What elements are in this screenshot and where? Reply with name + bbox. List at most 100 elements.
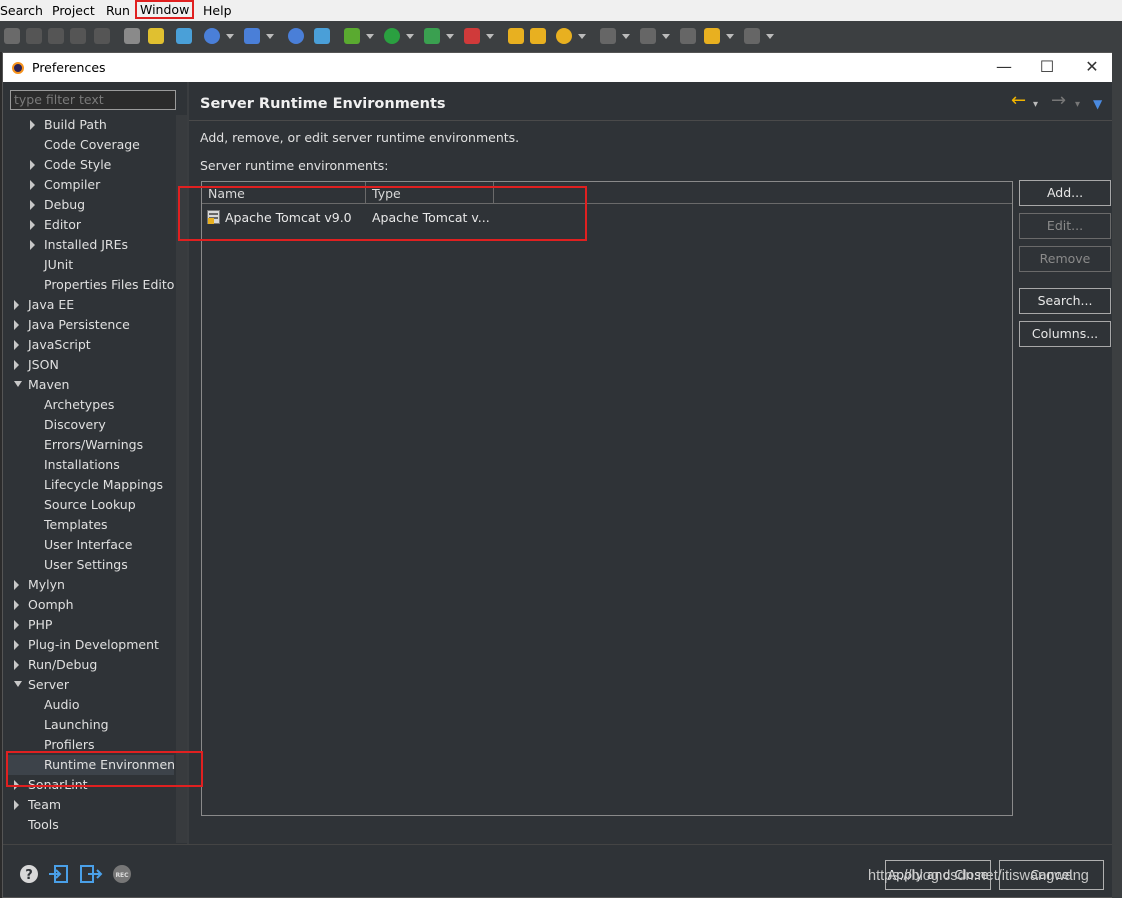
tree-item-javascript[interactable]: JavaScript — [8, 335, 174, 355]
expand-icon[interactable] — [30, 240, 35, 250]
import-icon[interactable] — [48, 863, 70, 885]
external-tools-icon[interactable] — [464, 28, 480, 44]
open-type-icon[interactable] — [508, 28, 524, 44]
tree-item-run-debug[interactable]: Run/Debug — [8, 655, 174, 675]
expand-icon[interactable] — [14, 600, 19, 610]
undo-icon[interactable] — [48, 28, 64, 44]
tree-item-launching[interactable]: Launching — [8, 715, 174, 735]
redo-icon[interactable] — [70, 28, 86, 44]
debug-icon[interactable] — [344, 28, 360, 44]
last-edit-icon[interactable] — [680, 28, 696, 44]
expand-icon[interactable] — [14, 660, 19, 670]
tree-item-server[interactable]: Server — [8, 675, 174, 695]
tree-item-team[interactable]: Team — [8, 795, 174, 815]
expand-icon[interactable] — [14, 320, 19, 330]
tree-item-discovery[interactable]: Discovery — [8, 415, 174, 435]
filter-input[interactable]: type filter text — [10, 90, 176, 110]
open-task-icon[interactable] — [530, 28, 546, 44]
tree-item-php[interactable]: PHP — [8, 615, 174, 635]
toggle-icon[interactable] — [148, 28, 164, 44]
expand-icon[interactable] — [30, 180, 35, 190]
back-icon[interactable] — [704, 28, 720, 44]
tree-item-runtime-environment[interactable]: Runtime Environment — [8, 755, 174, 775]
columns-button[interactable]: Columns... — [1019, 321, 1111, 347]
expand-icon[interactable] — [14, 780, 19, 790]
tree-item-java-ee[interactable]: Java EE — [8, 295, 174, 315]
expand-icon[interactable] — [14, 340, 19, 350]
prev-annotation-icon[interactable] — [640, 28, 656, 44]
tree-item-mylyn[interactable]: Mylyn — [8, 575, 174, 595]
menu-window[interactable]: Window — [134, 0, 195, 19]
tree-item-sonarlint[interactable]: SonarLint — [8, 775, 174, 795]
tree-item-java-persistence[interactable]: Java Persistence — [8, 315, 174, 335]
refresh-icon[interactable] — [94, 28, 110, 44]
menu-help[interactable]: Help — [203, 3, 232, 18]
table-row[interactable]: Apache Tomcat v9.0 Apache Tomcat v... — [202, 206, 1012, 228]
expand-icon[interactable] — [14, 580, 19, 590]
tree-item-lifecycle-mappings[interactable]: Lifecycle Mappings — [8, 475, 174, 495]
save-icon[interactable] — [4, 28, 20, 44]
new-server-icon[interactable] — [244, 28, 260, 44]
tree-scrollbar[interactable] — [176, 115, 187, 843]
menu-project[interactable]: Project — [52, 3, 95, 18]
collapse-icon[interactable] — [14, 381, 22, 387]
run-last-icon[interactable] — [424, 28, 440, 44]
deploy-icon[interactable] — [314, 28, 330, 44]
runtime-table[interactable]: Name Type Apache Tomcat v9.0 Apache Tomc… — [201, 181, 1013, 816]
close-button[interactable]: ✕ — [1072, 57, 1112, 79]
tree-item-source-lookup[interactable]: Source Lookup — [8, 495, 174, 515]
tree-item-user-settings[interactable]: User Settings — [8, 555, 174, 575]
maximize-button[interactable]: ☐ — [1027, 57, 1067, 79]
tree-item-json[interactable]: JSON — [8, 355, 174, 375]
expand-icon[interactable] — [30, 220, 35, 230]
minimize-button[interactable]: — — [984, 57, 1024, 79]
tree-item-debug[interactable]: Debug — [8, 195, 174, 215]
collapse-icon[interactable] — [14, 681, 22, 687]
save-all-icon[interactable] — [26, 28, 42, 44]
globe-icon[interactable] — [204, 28, 220, 44]
expand-icon[interactable] — [14, 640, 19, 650]
tree-item-build-path[interactable]: Build Path — [8, 115, 174, 135]
forward-icon[interactable] — [744, 28, 760, 44]
tree-item-profilers[interactable]: Profilers — [8, 735, 174, 755]
export-icon[interactable] — [79, 863, 103, 885]
column-name[interactable]: Name — [202, 182, 366, 204]
add-button[interactable]: Add... — [1019, 180, 1111, 206]
expand-icon[interactable] — [30, 200, 35, 210]
edit-button[interactable]: Edit... — [1019, 213, 1111, 239]
column-type[interactable]: Type — [366, 182, 494, 204]
tree-item-installations[interactable]: Installations — [8, 455, 174, 475]
sash[interactable] — [187, 82, 189, 844]
search-button[interactable]: Search... — [1019, 288, 1111, 314]
tree-item-archetypes[interactable]: Archetypes — [8, 395, 174, 415]
help-icon[interactable]: ? — [18, 863, 40, 885]
tree-item-oomph[interactable]: Oomph — [8, 595, 174, 615]
tree-item-templates[interactable]: Templates — [8, 515, 174, 535]
search-icon[interactable] — [556, 28, 572, 44]
view-menu-icon[interactable]: ▼ — [1093, 95, 1102, 113]
annotation-icon[interactable] — [600, 28, 616, 44]
tree-item-errors-warnings[interactable]: Errors/Warnings — [8, 435, 174, 455]
remove-button[interactable]: Remove — [1019, 246, 1111, 272]
expand-icon[interactable] — [30, 160, 35, 170]
menu-search[interactable]: Search — [0, 3, 43, 18]
expand-icon[interactable] — [30, 120, 35, 130]
tree-item-user-interface[interactable]: User Interface — [8, 535, 174, 555]
build-icon[interactable] — [124, 28, 140, 44]
forward-dropdown-icon[interactable]: ▾ — [1075, 96, 1080, 114]
tree-item-properties-files-edito[interactable]: Properties Files Edito — [8, 275, 174, 295]
tree-item-tools[interactable]: Tools — [8, 815, 174, 835]
web-icon[interactable] — [288, 28, 304, 44]
expand-icon[interactable] — [14, 620, 19, 630]
expand-icon[interactable] — [14, 360, 19, 370]
record-icon[interactable]: REC — [111, 863, 133, 885]
back-arrow-icon[interactable]: ← — [1011, 92, 1026, 110]
tree-item-maven[interactable]: Maven — [8, 375, 174, 395]
tree-item-installed-jres[interactable]: Installed JREs — [8, 235, 174, 255]
link-icon[interactable] — [176, 28, 192, 44]
tree-item-audio[interactable]: Audio — [8, 695, 174, 715]
expand-icon[interactable] — [14, 300, 19, 310]
run-icon[interactable] — [384, 28, 400, 44]
tree-item-editor[interactable]: Editor — [8, 215, 174, 235]
tree-item-plug-in-development[interactable]: Plug-in Development — [8, 635, 174, 655]
